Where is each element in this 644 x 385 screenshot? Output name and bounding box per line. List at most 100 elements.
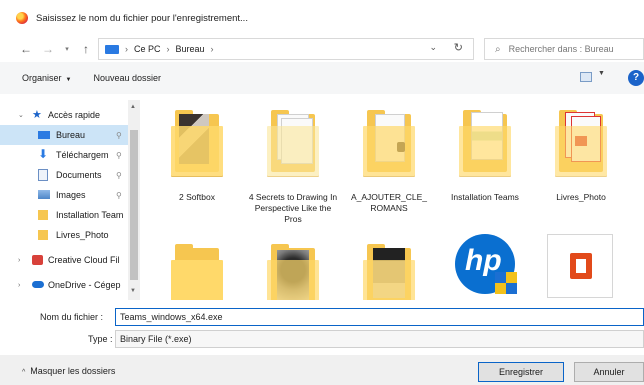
navigation-pane: ⌄ ★ Accès rapide Bureau ⚲ ⬇ Téléchargem … [0, 100, 143, 300]
sidebar-item-images[interactable]: Images ⚲ [0, 185, 128, 205]
file-item[interactable]: hp [437, 234, 533, 300]
back-arrow-icon[interactable]: ← [18, 39, 34, 59]
chevron-down-icon: ▼ [65, 77, 72, 83]
search-box[interactable]: ⌕ Rechercher dans : Bureau [484, 38, 644, 60]
breadcrumb-ce-pc[interactable]: Ce PC [134, 44, 161, 54]
sidebar-item-label: OneDrive - Cégep [48, 280, 121, 290]
pin-icon[interactable]: ⚲ [116, 151, 122, 160]
file-item-label: A_AJOUTER_CLE_ ROMANS [350, 192, 428, 213]
folder-icon [361, 240, 417, 300]
file-item[interactable]: A_AJOUTER_CLE_ ROMANS [341, 106, 437, 226]
sidebar-item-label: Bureau [56, 130, 86, 140]
folder-icon [169, 106, 225, 180]
pin-icon[interactable]: ⚲ [116, 171, 122, 180]
pin-icon[interactable]: ⚲ [116, 131, 122, 140]
chevron-right-icon[interactable]: › [18, 257, 20, 264]
breadcrumb-separator-icon[interactable]: › [211, 44, 214, 54]
breadcrumb-separator-icon[interactable]: › [167, 44, 170, 54]
folder-icon [457, 106, 513, 180]
filetype-label: Type : [88, 334, 113, 344]
office-installer-thumbnail [547, 234, 613, 298]
download-icon: ⬇ [38, 147, 49, 161]
images-icon [38, 190, 50, 199]
folder-icon [265, 106, 321, 180]
file-item-label: 2 Softbox [179, 192, 215, 202]
sidebar-item-label: Images [56, 190, 86, 200]
cancel-button[interactable]: Annuler [574, 362, 644, 382]
chevron-right-icon[interactable]: › [18, 282, 20, 289]
view-mode-icon[interactable] [580, 72, 592, 82]
filename-row: Nom du fichier : Teams_windows_x64.exe [0, 305, 644, 329]
filetype-row: Type : Binary File (*.exe) [0, 330, 644, 350]
file-list: 2 Softbox 4 Secrets to Drawing In Perspe… [143, 94, 644, 300]
organize-button[interactable]: Organiser ▼ [22, 73, 71, 83]
folder-icon [38, 230, 48, 240]
folder-icon [169, 240, 225, 300]
title-bar: Saisissez le nom du fichier pour l'enreg… [0, 0, 644, 36]
forward-arrow-icon[interactable]: → [40, 39, 56, 59]
onedrive-icon [32, 281, 44, 288]
sidebar-item-onedrive[interactable]: › OneDrive - Cégep [0, 275, 128, 295]
filetype-select[interactable]: Binary File (*.exe) [115, 330, 644, 348]
search-icon: ⌕ [495, 43, 501, 55]
pin-icon[interactable]: ⚲ [116, 191, 122, 200]
navigation-bar: ← → ▾ ↑ › Ce PC › Bureau › ⌄ ↻ ⌕ Recherc… [0, 36, 644, 62]
breadcrumb-bureau[interactable]: Bureau [176, 44, 205, 54]
folder-icon [265, 240, 321, 300]
documents-icon [38, 169, 48, 181]
chevron-up-icon: ^ [22, 369, 26, 376]
refresh-icon[interactable]: ↻ [454, 41, 463, 54]
address-bar[interactable]: › Ce PC › Bureau › ⌄ ↻ [98, 38, 474, 60]
breadcrumb-separator-icon[interactable]: › [125, 44, 128, 54]
scroll-down-arrow-icon[interactable]: ▼ [130, 288, 136, 294]
file-item[interactable] [533, 234, 629, 300]
creative-cloud-icon [32, 255, 43, 265]
sidebar-item-bureau[interactable]: Bureau ⚲ [0, 125, 128, 145]
sidebar-item-label: Installation Team [56, 210, 124, 220]
folder-icon [38, 210, 48, 220]
hide-folders-label: Masquer les dossiers [30, 366, 116, 376]
folder-icon [553, 106, 609, 180]
file-item[interactable] [341, 240, 437, 300]
folder-icon [361, 106, 417, 180]
sidebar-item-label: Livres_Photo [56, 230, 109, 240]
file-item[interactable]: Livres_Photo [533, 106, 629, 216]
sidebar-item-creative-cloud[interactable]: › Creative Cloud Fil [0, 250, 128, 270]
file-item-label: Livres_Photo [556, 192, 606, 202]
address-dropdown-chevron-icon[interactable]: ⌄ [429, 42, 437, 53]
window-title: Saisissez le nom du fichier pour l'enreg… [36, 12, 248, 24]
sidebar-scrollbar[interactable]: ▲ ▼ [128, 100, 140, 300]
view-mode-chevron-icon[interactable]: ▼ [598, 70, 605, 77]
file-item[interactable]: Installation Teams [437, 106, 533, 226]
recent-locations-chevron-icon[interactable]: ▾ [62, 39, 72, 59]
file-item[interactable]: 4 Secrets to Drawing In Perspective Like… [245, 106, 341, 246]
shield-icon [495, 272, 517, 294]
file-item[interactable] [149, 240, 245, 300]
sidebar-item-acces-rapide[interactable]: ⌄ ★ Accès rapide [0, 105, 128, 125]
new-folder-button[interactable]: Nouveau dossier [93, 73, 161, 83]
sidebar-item-label: Téléchargem [56, 150, 109, 160]
chevron-down-icon[interactable]: ⌄ [18, 111, 24, 119]
scroll-up-arrow-icon[interactable]: ▲ [130, 104, 136, 110]
sidebar-item-label: Accès rapide [48, 110, 101, 120]
sidebar-scroll-thumb[interactable] [130, 130, 138, 280]
hide-folders-button[interactable]: ^ Masquer les dossiers [22, 366, 115, 376]
up-arrow-icon[interactable]: ↑ [78, 39, 94, 59]
sidebar-item-label: Creative Cloud Fil [48, 255, 120, 265]
dialog-footer: ^ Masquer les dossiers Enregistrer Annule… [0, 355, 644, 385]
filename-input[interactable]: Teams_windows_x64.exe [115, 308, 644, 326]
firefox-logo-icon [16, 12, 28, 24]
save-button[interactable]: Enregistrer [478, 362, 564, 382]
sidebar-item-documents[interactable]: Documents ⚲ [0, 165, 128, 185]
sidebar-item-livres-photo[interactable]: Livres_Photo [0, 225, 128, 245]
help-icon[interactable]: ? [628, 70, 644, 86]
sidebar-item-telechargements[interactable]: ⬇ Téléchargem ⚲ [0, 145, 128, 165]
pc-icon [105, 44, 119, 54]
search-placeholder[interactable]: Rechercher dans : Bureau [509, 44, 614, 54]
sidebar-item-label: Documents [56, 170, 102, 180]
star-icon: ★ [32, 109, 42, 121]
command-toolbar: Organiser ▼ Nouveau dossier ▼ ? [0, 62, 644, 94]
file-item[interactable]: 2 Softbox [149, 106, 245, 216]
sidebar-item-installation-teams[interactable]: Installation Team [0, 205, 128, 225]
file-item[interactable] [245, 240, 341, 300]
